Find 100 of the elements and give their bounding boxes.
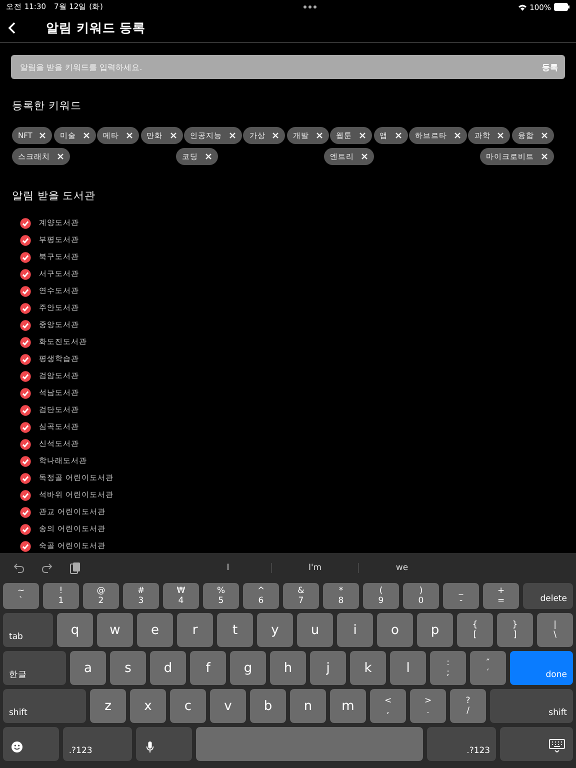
close-icon[interactable] <box>497 132 504 139</box>
key[interactable]: i <box>337 613 373 647</box>
checkbox[interactable] <box>20 490 31 500</box>
undo-icon[interactable] <box>13 562 25 574</box>
key[interactable]: > . <box>410 689 446 723</box>
key[interactable]: : ; <box>430 651 466 685</box>
function-key[interactable]: .?123 <box>62 727 132 761</box>
key[interactable]: { [ <box>457 613 493 647</box>
key[interactable]: ″ ′ <box>470 651 506 685</box>
suggestion[interactable]: I'm <box>271 563 358 573</box>
key[interactable]: x <box>130 689 166 723</box>
close-icon[interactable] <box>454 132 462 139</box>
key[interactable]: # 3 <box>123 583 159 609</box>
checkbox[interactable] <box>20 268 31 280</box>
close-icon[interactable] <box>170 132 177 139</box>
checkbox[interactable] <box>20 218 31 228</box>
close-icon[interactable] <box>316 132 323 139</box>
key[interactable]: p <box>417 613 453 647</box>
back-icon[interactable] <box>8 22 16 34</box>
key[interactable]: v <box>210 689 246 723</box>
checkbox[interactable] <box>20 388 31 398</box>
checkbox[interactable] <box>20 302 31 314</box>
key[interactable]: s <box>110 651 146 685</box>
key[interactable]: ) 0 <box>403 583 439 609</box>
key[interactable]: @ 2 <box>83 583 119 609</box>
key[interactable]: q <box>57 613 93 647</box>
key[interactable]: y <box>257 613 293 647</box>
emoji-key[interactable] <box>3 727 59 761</box>
function-key[interactable]: shift <box>3 689 86 723</box>
close-icon[interactable] <box>359 132 366 139</box>
key[interactable]: c <box>170 689 206 723</box>
close-icon[interactable] <box>541 153 548 160</box>
checkbox[interactable] <box>20 506 31 518</box>
key[interactable]: ! 1 <box>43 583 79 609</box>
key[interactable]: t <box>217 613 253 647</box>
done-key[interactable]: done <box>510 651 573 685</box>
key[interactable]: & 7 <box>283 583 319 609</box>
key[interactable]: ( 9 <box>363 583 399 609</box>
close-icon[interactable] <box>272 132 280 139</box>
key[interactable]: h <box>270 651 306 685</box>
key[interactable]: r <box>177 613 213 647</box>
checkbox[interactable] <box>20 370 31 382</box>
function-key[interactable]: 한글 <box>3 651 66 685</box>
function-key[interactable]: .?123 <box>427 727 496 761</box>
close-icon[interactable] <box>229 132 236 139</box>
paste-icon[interactable] <box>69 562 81 574</box>
function-key[interactable]: shift <box>490 689 573 723</box>
key[interactable]: z <box>90 689 126 723</box>
key[interactable]: k <box>350 651 386 685</box>
microphone-key[interactable] <box>136 727 192 761</box>
key[interactable]: e <box>137 613 173 647</box>
function-key[interactable]: tab <box>3 613 53 647</box>
key[interactable]: ^ 6 <box>243 583 279 609</box>
key[interactable]: g <box>230 651 266 685</box>
suggestion[interactable]: I <box>185 563 271 573</box>
checkbox[interactable] <box>20 252 31 262</box>
checkbox[interactable] <box>20 456 31 466</box>
redo-icon[interactable] <box>41 562 53 574</box>
key[interactable]: % 5 <box>203 583 239 609</box>
key[interactable]: o <box>377 613 413 647</box>
close-icon[interactable] <box>394 132 402 139</box>
checkbox[interactable] <box>20 524 31 534</box>
hide-keyboard-key[interactable] <box>500 727 573 761</box>
close-icon[interactable] <box>361 153 368 160</box>
key[interactable]: ₩ 4 <box>163 583 199 609</box>
close-icon[interactable] <box>57 153 64 160</box>
checkbox[interactable] <box>20 354 31 364</box>
key[interactable]: < , <box>370 689 406 723</box>
key[interactable]: * 8 <box>323 583 359 609</box>
key[interactable]: } ] <box>497 613 533 647</box>
close-icon[interactable] <box>82 132 90 139</box>
key[interactable]: d <box>150 651 186 685</box>
key[interactable]: n <box>290 689 326 723</box>
key[interactable]: ? / <box>450 689 486 723</box>
close-icon[interactable] <box>540 132 548 139</box>
key[interactable]: _ - <box>443 583 479 609</box>
checkbox[interactable] <box>20 422 31 432</box>
checkbox[interactable] <box>20 438 31 450</box>
key[interactable]: + = <box>483 583 519 609</box>
key[interactable]: j <box>310 651 346 685</box>
key[interactable]: b <box>250 689 286 723</box>
close-icon[interactable] <box>205 153 212 160</box>
checkbox[interactable] <box>20 336 31 348</box>
key[interactable]: m <box>330 689 366 723</box>
checkbox[interactable] <box>20 286 31 296</box>
key[interactable]: u <box>297 613 333 647</box>
key[interactable]: a <box>70 651 106 685</box>
checkbox[interactable] <box>20 320 31 330</box>
function-key[interactable]: delete <box>523 583 573 609</box>
key[interactable]: w <box>97 613 133 647</box>
checkbox[interactable] <box>20 234 31 246</box>
close-icon[interactable] <box>39 132 46 139</box>
close-icon[interactable] <box>126 132 134 139</box>
checkbox[interactable] <box>20 404 31 416</box>
key[interactable]: ~ ` <box>3 583 39 609</box>
key[interactable]: f <box>190 651 226 685</box>
suggestion[interactable]: we <box>358 563 445 573</box>
checkbox[interactable] <box>20 472 31 484</box>
key[interactable]: l <box>390 651 426 685</box>
key[interactable]: | \ <box>537 613 573 647</box>
